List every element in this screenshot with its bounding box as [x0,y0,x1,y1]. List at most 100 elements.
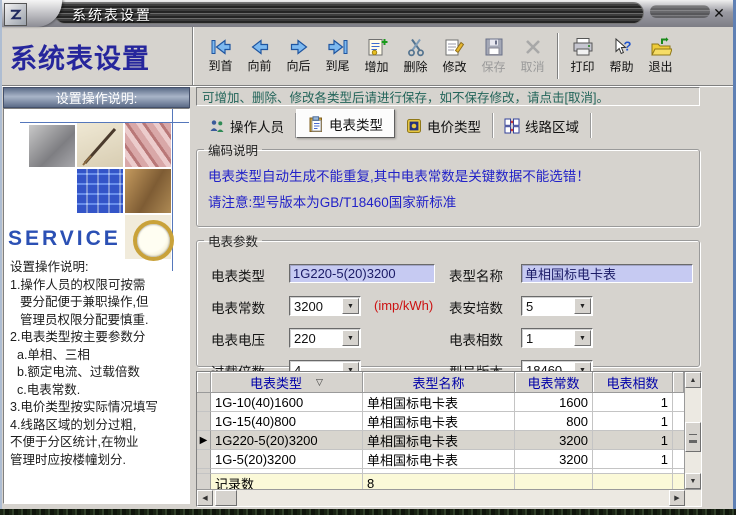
first-button[interactable]: 到首 [201,30,240,82]
phase-label: 电表相数 [449,329,503,349]
sidebar-photo-pen [77,123,123,167]
vertical-scroll-track[interactable] [685,388,701,473]
constant-label: 电表常数 [211,297,265,317]
meter-params-groupbox: 电表参数 电表类型 表型名称 电表常数 3200 ▼ (imp/kWh) 表安培… [196,231,700,367]
voltage-value: 220 [294,331,316,346]
instruction-line: 4.线路区域的划分过粗, [10,417,188,435]
help-label: 帮助 [609,58,633,75]
dropdown-arrow-icon[interactable]: ▼ [574,298,591,314]
cell-meter-type: 1G-5(20)3200 [211,450,363,469]
tab-line-area[interactable]: 线路区域 [493,113,591,138]
grid-header-meter-type[interactable]: 电表类型▽ [211,372,363,393]
cell-model-name: 单相国标电卡表 [363,450,515,469]
print-label: 打印 [570,58,594,75]
sidebar-photo-tool [29,125,75,167]
delete-label: 删除 [403,58,427,75]
modify-label: 修改 [442,58,466,75]
scroll-right-button[interactable]: ▶ [669,490,685,506]
coding-legend: 编码说明 [204,140,262,159]
tab-meter-type[interactable]: 电表类型 [296,109,395,138]
tab-label: 电表类型 [329,114,383,134]
last-button[interactable]: 到尾 [318,30,357,82]
cell-phase: 1 [593,450,673,469]
grid-header-phase[interactable]: 电表相数 [593,372,673,393]
grid-header-constant[interactable]: 电表常数 [515,372,593,393]
cancel-button[interactable]: 取消 [513,30,552,82]
dropdown-arrow-icon[interactable]: ▼ [574,330,591,346]
table-row[interactable]: 1G-5(20)3200 单相国标电卡表 3200 1 [197,450,684,469]
scroll-down-button[interactable]: ▼ [685,473,701,489]
title-bar: 系统表设置 ✕ [0,0,736,27]
vertical-scrollbar[interactable]: ▲ ▼ [684,372,701,489]
title-stripes-right [650,5,710,18]
cell-constant: 3200 [515,431,593,450]
sidebar-photo-keyboard [77,169,123,213]
help-button[interactable]: ? 帮助 [602,30,641,82]
dropdown-arrow-icon[interactable]: ▼ [342,330,359,346]
exit-folder-icon [650,37,672,57]
instruction-line: 要分配便于兼职操作,但 [10,294,188,312]
exit-label: 退出 [648,58,672,75]
table-row[interactable]: 1G-15(40)800 单相国标电卡表 800 1 [197,412,684,431]
cell-filler [673,450,684,469]
instruction-line: 1.操作人员的权限可按需 [10,277,188,295]
cancel-label: 取消 [520,58,544,75]
main-panel: 可增加、删除、修改各类型后请进行保存，如不保存修改，请点击[取消]。 操作人员 … [192,85,733,509]
first-label: 到首 [208,57,232,74]
watch-icon [133,220,174,261]
horizontal-scrollbar[interactable]: ◀ ▶ [197,489,701,506]
horizontal-scroll-track[interactable] [213,490,669,506]
model-name-input[interactable] [521,264,693,283]
print-button[interactable]: 打印 [563,30,602,82]
instruction-line: 2.电表类型按主要参数分 [10,329,188,347]
instruction-line: 设置操作说明: [10,259,188,277]
table-row-selected[interactable]: ▶ 1G220-5(20)3200 单相国标电卡表 3200 1 [197,431,684,450]
vertical-scroll-thumb[interactable] [685,422,701,452]
meter-type-input[interactable] [289,264,435,283]
row-indicator [197,412,211,431]
cell-model-name: 单相国标电卡表 [363,412,515,431]
sidebar-instructions: 设置操作说明: 1.操作人员的权限可按需 要分配便于兼职操作,但 管理员权限分配… [10,259,188,469]
grid-header-filler [673,372,684,393]
exit-button[interactable]: 退出 [641,30,680,82]
modify-button[interactable]: 修改 [435,30,474,82]
cell-meter-type: 1G220-5(20)3200 [211,431,363,450]
tab-operators[interactable]: 操作人员 [198,113,296,138]
dropdown-arrow-icon[interactable]: ▼ [342,298,359,314]
tab-bar: 操作人员 电表类型 电价类型 线路区域 [198,110,591,138]
prev-button[interactable]: 向前 [240,30,279,82]
tab-price-type[interactable]: 电价类型 [395,113,493,138]
save-button[interactable]: 保存 [474,30,513,82]
prev-label: 向前 [247,57,271,74]
scroll-left-button[interactable]: ◀ [197,490,213,506]
scroll-up-button[interactable]: ▲ [685,372,701,388]
constant-combobox[interactable]: 3200 ▼ [289,296,361,316]
add-button[interactable]: 增加 [357,30,396,82]
help-cursor-icon: ? [611,37,633,57]
scissors-icon [406,37,426,57]
grid-header-model-name[interactable]: 表型名称 [363,372,515,393]
ampere-label: 表安培数 [449,297,503,317]
page-title-text: 系统表设置 [10,37,150,76]
sidebar-photo-hand [125,169,171,213]
add-icon [366,37,388,57]
phase-combobox[interactable]: 1 ▼ [521,328,593,348]
instruction-line: b.额定电流、过载倍数 [10,364,188,382]
horizontal-scroll-thumb[interactable] [215,490,237,506]
ampere-combobox[interactable]: 5 ▼ [521,296,593,316]
notice-bar: 可增加、删除、修改各类型后请进行保存，如不保存修改，请点击[取消]。 [196,87,700,106]
clipboard-icon [308,116,324,132]
first-icon [210,38,232,56]
save-icon [484,37,504,57]
voltage-combobox[interactable]: 220 ▼ [289,328,361,348]
meter-type-grid: 电表类型▽ 表型名称 电表常数 电表相数 1G-10(40)1600 单相国标电… [196,371,702,507]
constant-unit: (imp/kWh) [374,298,433,313]
instruction-line: a.单相、三相 [10,347,188,365]
instruction-line: 管理员权限分配要慎重. [10,312,188,330]
next-button[interactable]: 向后 [279,30,318,82]
delete-button[interactable]: 删除 [396,30,435,82]
table-row[interactable]: 1G-10(40)1600 单相国标电卡表 1600 1 [197,393,684,412]
app-logo-icon [4,3,27,26]
edit-icon [444,37,465,57]
close-button[interactable]: ✕ [709,4,729,22]
